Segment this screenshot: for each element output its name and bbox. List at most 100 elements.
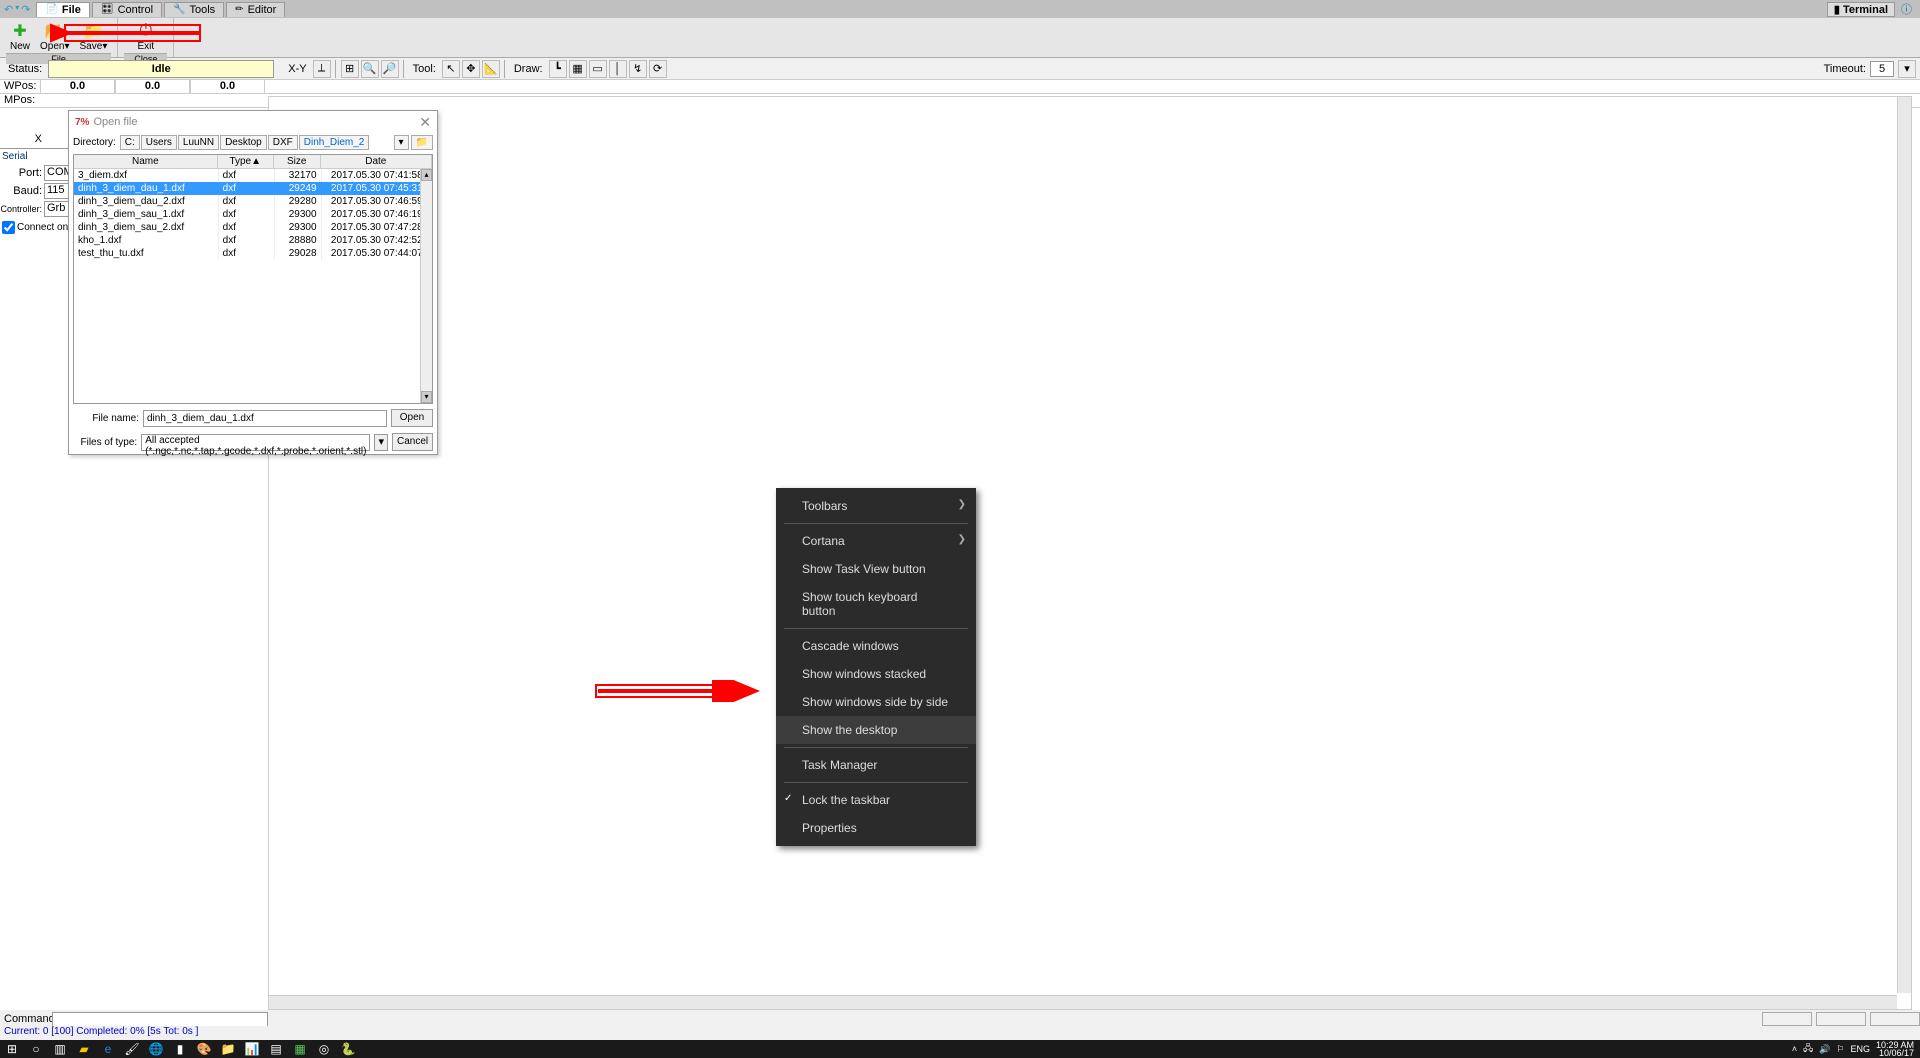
pan-tool-icon[interactable]: ✥ — [462, 60, 480, 78]
menu-tab-file[interactable]: 📄File — [36, 2, 89, 17]
breadcrumb-desktop[interactable]: Desktop — [220, 135, 267, 150]
file-row[interactable]: 3_diem.dxfdxf321702017.05.30 07:41:58 — [74, 169, 432, 182]
terminal-button[interactable]: ▮ Terminal — [1827, 2, 1895, 17]
tray-lang[interactable]: ENG — [1850, 1044, 1870, 1054]
canvas-scroll-horizontal[interactable] — [269, 995, 1897, 1009]
cancel-button[interactable]: Cancel — [392, 433, 433, 451]
ctx-show-windows-stacked[interactable]: Show windows stacked — [776, 660, 976, 688]
file-row[interactable]: dinh_3_diem_dau_1.dxfdxf292492017.05.30 … — [74, 182, 432, 195]
col-type[interactable]: Type▲ — [218, 155, 274, 168]
exit-button[interactable]: ⏻ Exit — [132, 20, 160, 53]
tray-clock[interactable]: 10:29 AM 10/06/17 — [1876, 1041, 1914, 1057]
col-size[interactable]: Size — [274, 155, 321, 168]
file-row[interactable]: dinh_3_diem_sau_2.dxfdxf293002017.05.30 … — [74, 221, 432, 234]
ctx-properties[interactable]: Properties — [776, 814, 976, 842]
file-row[interactable]: dinh_3_diem_dau_2.dxfdxf292802017.05.30 … — [74, 195, 432, 208]
xy-toggle-icon[interactable]: ⟂ — [313, 60, 331, 78]
breadcrumb-c[interactable]: C: — [120, 135, 140, 150]
tray-flag-icon[interactable]: ⚐ — [1836, 1044, 1844, 1055]
col-name[interactable]: Name — [74, 155, 218, 168]
open-button[interactable]: 📂 Open▾ — [36, 20, 74, 53]
select-tool-icon[interactable]: ↖ — [442, 60, 460, 78]
zoom-fit-icon[interactable]: ⊞ — [341, 60, 359, 78]
start-button[interactable]: ⊞ — [0, 1040, 24, 1058]
menu-tab-tools[interactable]: 🔧Tools — [164, 2, 224, 17]
breadcrumb-users[interactable]: Users — [141, 135, 177, 150]
file-list-scrollbar[interactable]: ▴ ▾ — [420, 169, 432, 403]
taskbar-app-3[interactable]: 🌐 — [144, 1040, 168, 1058]
command-input[interactable] — [52, 1012, 268, 1027]
ctx-show-task-view-button[interactable]: Show Task View button — [776, 555, 976, 583]
info-icon[interactable]: ⓘ — [1901, 1, 1912, 17]
edge-icon[interactable]: e — [96, 1040, 120, 1058]
new-button[interactable]: ✚ New — [6, 20, 34, 53]
taskbar-app-4[interactable]: ▮ — [168, 1040, 192, 1058]
canvas-area[interactable] — [268, 96, 1912, 1010]
controller-value[interactable]: Grb — [44, 201, 70, 217]
filename-input[interactable] — [143, 410, 387, 427]
taskbar-app-2[interactable]: 🖌 — [120, 1040, 144, 1058]
tray-volume-icon[interactable]: 🔊 — [1819, 1044, 1830, 1055]
extra-box-3[interactable] — [1870, 1012, 1920, 1026]
connect-checkbox[interactable] — [2, 221, 15, 234]
draw-line-icon[interactable]: │ — [609, 60, 627, 78]
canvas-scroll-vertical[interactable] — [1897, 97, 1911, 993]
dir-up-icon[interactable]: 📁 — [411, 135, 433, 150]
file-row[interactable]: test_thu_tu.dxfdxf290282017.05.30 07:44:… — [74, 247, 432, 260]
draw-grid-icon[interactable]: ▦ — [569, 60, 587, 78]
tray-network-icon[interactable]: 🖧 — [1803, 1041, 1813, 1057]
filetype-combo[interactable]: All accepted (*.ngc,*.nc,*.tap,*.gcode,*… — [141, 434, 370, 451]
taskview-icon[interactable]: ▥ — [48, 1040, 72, 1058]
zoom-in-icon[interactable]: 🔍 — [361, 60, 379, 78]
draw-rect-icon[interactable]: ▭ — [589, 60, 607, 78]
breadcrumb-luunn[interactable]: LuuNN — [178, 135, 219, 150]
extra-box-1[interactable] — [1762, 1012, 1812, 1026]
dir-dropdown-icon[interactable]: ▾ — [394, 135, 409, 150]
ctx-task-manager[interactable]: Task Manager — [776, 751, 976, 779]
ctx-show-windows-side-by-side[interactable]: Show windows side by side — [776, 688, 976, 716]
scroll-up-icon[interactable]: ▴ — [421, 169, 432, 181]
measure-tool-icon[interactable]: 📐 — [482, 60, 500, 78]
taskbar-app-5[interactable]: 🎨 — [192, 1040, 216, 1058]
extra-box-2[interactable] — [1816, 1012, 1866, 1026]
draw-path-icon[interactable]: ↯ — [629, 60, 647, 78]
cortana-icon[interactable]: ○ — [24, 1040, 48, 1058]
explorer-icon[interactable]: 📁 — [216, 1040, 240, 1058]
timeout-dropdown-icon[interactable]: ▾ — [1898, 60, 1916, 78]
undo-icon[interactable]: ↶ — [4, 3, 13, 16]
ctx-lock-the-taskbar[interactable]: Lock the taskbar✓ — [776, 786, 976, 814]
file-row[interactable]: kho_1.dxfdxf288802017.05.30 07:42:52 — [74, 234, 432, 247]
menu-tab-editor[interactable]: ✏Editor — [226, 2, 285, 17]
ctx-show-the-desktop[interactable]: Show the desktop — [776, 716, 976, 744]
save-button[interactable]: 📁 Save▾ — [76, 20, 112, 53]
open-file-button[interactable]: Open — [391, 409, 433, 427]
tray-chevron-icon[interactable]: ˄ — [1792, 1044, 1797, 1054]
breadcrumb-dinhdiem2[interactable]: Dinh_Diem_2 — [299, 135, 370, 150]
redo-icon[interactable]: ↷ — [21, 3, 30, 16]
ctx-cascade-windows[interactable]: Cascade windows — [776, 632, 976, 660]
taskbar-app-10[interactable]: 🐍 — [336, 1040, 360, 1058]
zoom-out-icon[interactable]: 🔎 — [381, 60, 399, 78]
taskbar-app-7[interactable]: ▤ — [264, 1040, 288, 1058]
menu-tab-control[interactable]: 🎛Control — [92, 2, 162, 17]
ctx-toolbars[interactable]: Toolbars❯ — [776, 492, 976, 520]
filetype-dropdown-icon[interactable]: ▾ — [374, 434, 388, 451]
port-value[interactable]: COM — [44, 165, 70, 181]
taskbar-app-9[interactable]: ◎ — [312, 1040, 336, 1058]
draw-refresh-icon[interactable]: ⟳ — [649, 60, 667, 78]
dropdown-icon[interactable]: ▾ — [15, 3, 19, 16]
ctx-show-touch-keyboard-button[interactable]: Show touch keyboard button — [776, 583, 976, 625]
dialog-titlebar[interactable]: 7% Open file ✕ — [69, 111, 437, 133]
taskbar-app-6[interactable]: 📊 — [240, 1040, 264, 1058]
dialog-close-icon[interactable]: ✕ — [419, 114, 431, 131]
breadcrumb-dxf[interactable]: DXF — [268, 135, 298, 150]
draw-axis-icon[interactable]: ┗ — [549, 60, 567, 78]
timeout-input[interactable] — [1870, 61, 1894, 77]
col-date[interactable]: Date — [321, 155, 432, 168]
taskbar-app-8[interactable]: ▦ — [288, 1040, 312, 1058]
taskbar-app-1[interactable]: ▰ — [72, 1040, 96, 1058]
scroll-down-icon[interactable]: ▾ — [421, 391, 432, 403]
ctx-cortana[interactable]: Cortana❯ — [776, 527, 976, 555]
file-row[interactable]: dinh_3_diem_sau_1.dxfdxf293002017.05.30 … — [74, 208, 432, 221]
baud-value[interactable]: 115 — [44, 183, 70, 199]
